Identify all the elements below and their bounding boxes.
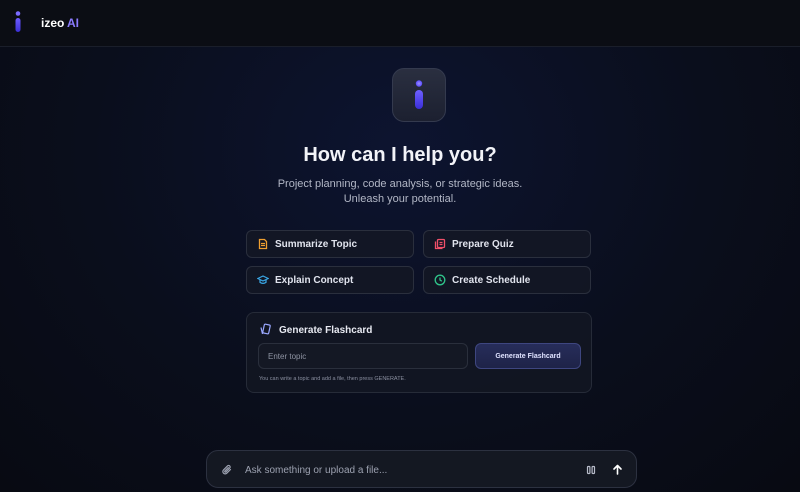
- brand-suffix: AI: [67, 16, 79, 30]
- flashcard-icon: [260, 323, 271, 335]
- chat-composer: [206, 450, 637, 488]
- arrow-up-icon[interactable]: [611, 463, 624, 476]
- hero-logo: [392, 68, 446, 122]
- prepare-quiz-button[interactable]: Prepare Quiz: [423, 230, 591, 258]
- clock-icon: [434, 274, 446, 286]
- chat-input[interactable]: [245, 460, 565, 480]
- quiz-cards-icon: [434, 238, 446, 250]
- subtitle-line-2: Unleash your potential.: [343, 193, 457, 205]
- explain-concept-label: Explain Concept: [275, 274, 354, 286]
- graduation-cap-icon: [257, 274, 269, 286]
- prepare-quiz-label: Prepare Quiz: [452, 238, 514, 250]
- create-schedule-button[interactable]: Create Schedule: [423, 266, 591, 294]
- subtitle-line-1: Project planning, code analysis, or stra…: [277, 178, 523, 190]
- create-schedule-label: Create Schedule: [452, 274, 531, 286]
- flashcard-title: Generate Flashcard: [279, 325, 373, 336]
- flashcard-panel: Generate Flashcard Generate Flashcard Yo…: [246, 312, 592, 393]
- topic-input[interactable]: [258, 343, 468, 369]
- summarize-topic-button[interactable]: Summarize Topic: [246, 230, 414, 258]
- pause-icon[interactable]: [585, 464, 597, 476]
- document-icon: [257, 238, 269, 250]
- i-logo-icon[interactable]: [13, 11, 23, 33]
- summarize-topic-label: Summarize Topic: [275, 238, 358, 250]
- explain-concept-button[interactable]: Explain Concept: [246, 266, 414, 294]
- brand-name: izeo: [41, 16, 65, 30]
- generate-flashcard-button[interactable]: Generate Flashcard: [475, 343, 581, 369]
- paperclip-icon[interactable]: [221, 464, 233, 476]
- flashcard-hint: You can write a topic and add a file, th…: [259, 376, 406, 382]
- i-logo-icon: [415, 80, 423, 109]
- page-title: How can I help you?: [303, 144, 497, 166]
- top-bar: izeo AI: [0, 0, 800, 47]
